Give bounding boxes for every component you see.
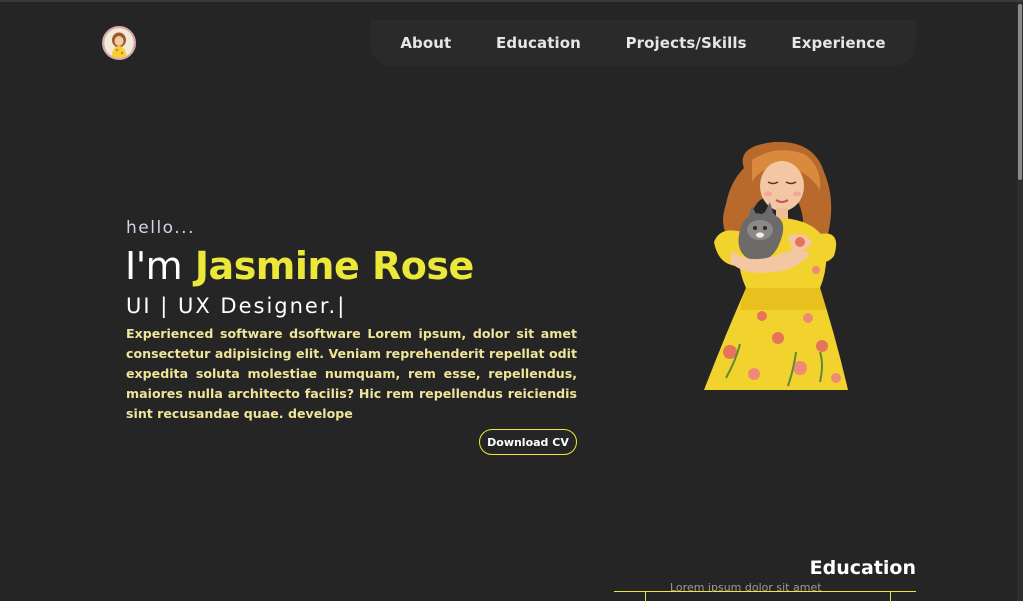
hero-intro: I'm xyxy=(125,244,183,288)
scrollbar-thumb[interactable] xyxy=(1018,4,1022,180)
hero-role: UI | UX Designer.| xyxy=(126,294,347,318)
nav-item-education[interactable]: Education xyxy=(496,34,581,52)
hero-illustration-graphic xyxy=(704,141,848,390)
nav-item-projects-skills[interactable]: Projects/Skills xyxy=(626,34,747,52)
hero-name: Jasmine Rose xyxy=(194,244,474,288)
download-cv-button[interactable]: Download CV xyxy=(479,429,577,455)
page-scrollbar[interactable] xyxy=(1017,2,1023,601)
education-card xyxy=(645,591,891,601)
portfolio-page: About Education Projects/Skills Experien… xyxy=(0,0,1023,601)
avatar-logo-graphic xyxy=(104,28,134,58)
education-section-title: Education xyxy=(809,557,916,579)
main-nav: About Education Projects/Skills Experien… xyxy=(370,20,916,66)
girl-with-cat-illustration-icon xyxy=(696,138,856,394)
avatar-logo-icon[interactable] xyxy=(102,26,136,60)
hero-headline: I'm Jasmine Rose xyxy=(125,244,474,288)
education-snippet: Lorem ipsum dolor sit amet xyxy=(670,583,822,592)
nav-item-experience[interactable]: Experience xyxy=(791,34,885,52)
hero-description: Experienced software dsoftware Lorem ips… xyxy=(126,326,577,421)
nav-item-about[interactable]: About xyxy=(400,34,451,52)
hero-greeting: hello... xyxy=(126,218,195,238)
